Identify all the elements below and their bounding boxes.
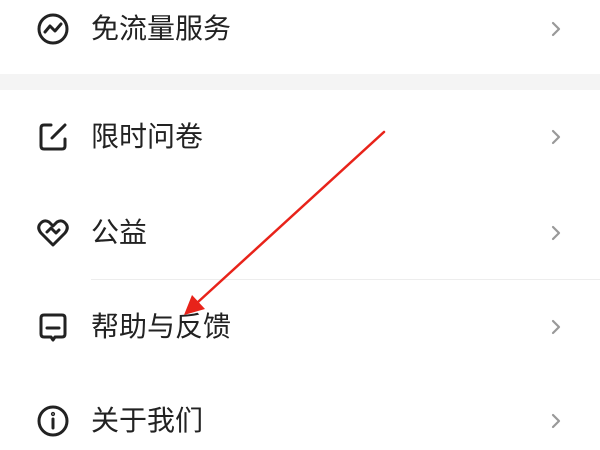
settings-menu-screen: 免流量服务 限时问卷 公益 帮助与反馈 关于我们	[0, 0, 600, 450]
chevron-right-icon	[550, 412, 562, 430]
heart-hands-icon	[35, 215, 71, 251]
menu-item-about-us[interactable]: 关于我们	[0, 374, 600, 450]
menu-item-limited-survey[interactable]: 限时问卷	[0, 90, 600, 184]
menu-item-free-data-service[interactable]: 免流量服务	[0, 0, 600, 76]
menu-item-charity[interactable]: 公益	[0, 186, 600, 280]
menu-item-label: 公益	[91, 216, 148, 249]
chevron-right-icon	[550, 318, 562, 336]
menu-item-label: 帮助与反馈	[91, 310, 232, 343]
menu-item-help-feedback[interactable]: 帮助与反馈	[0, 280, 600, 374]
traffic-trend-icon	[35, 11, 71, 47]
message-box-icon	[35, 309, 71, 345]
chevron-right-icon	[550, 20, 562, 38]
section-divider	[0, 74, 600, 90]
chevron-right-icon	[550, 224, 562, 242]
chevron-right-icon	[550, 128, 562, 146]
menu-item-label: 关于我们	[91, 404, 204, 437]
info-circle-icon	[35, 403, 71, 439]
menu-item-label: 免流量服务	[91, 12, 232, 45]
edit-square-icon	[35, 119, 71, 155]
menu-item-label: 限时问卷	[91, 120, 204, 153]
